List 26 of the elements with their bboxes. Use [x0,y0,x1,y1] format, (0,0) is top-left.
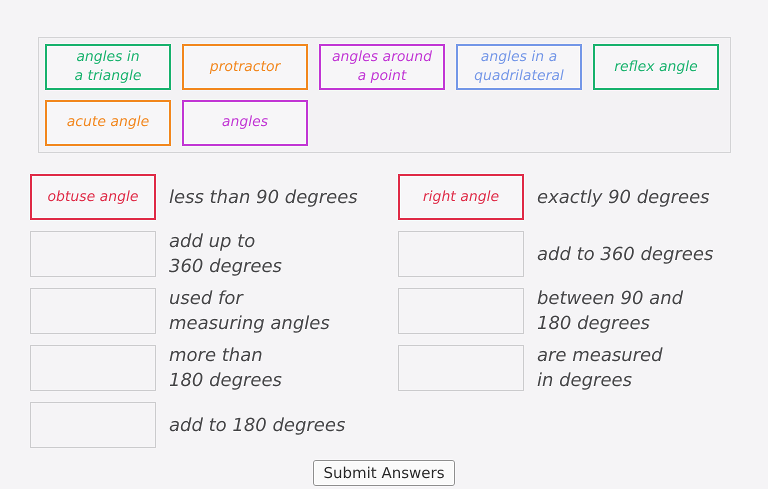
drop-slot[interactable] [30,402,156,448]
definition-text: used for measuring angles [169,287,330,336]
drop-slot[interactable] [30,345,156,391]
drop-slot[interactable] [30,231,156,277]
definition-text: more than 180 degrees [169,344,282,393]
definition-text: add to 180 degrees [169,414,346,438]
definition-text: add to 360 degrees [537,242,714,266]
drop-slot[interactable] [398,345,524,391]
drop-slot[interactable] [398,288,524,334]
definition-text: add up to 360 degrees [169,230,282,279]
answer-card[interactable]: angles around a point [319,44,445,90]
answer-card[interactable]: protractor [182,44,308,90]
answer-card[interactable]: reflex angle [593,44,719,90]
drop-slot[interactable] [398,231,524,277]
definition-text: between 90 and 180 degrees [537,287,684,336]
answer-card[interactable]: angles in a triangle [45,44,171,90]
drop-slot[interactable] [30,288,156,334]
answer-card[interactable]: right angle [398,174,524,220]
answer-card[interactable]: obtuse angle [30,174,156,220]
answer-card[interactable]: angles [182,100,308,146]
definition-text: are measured in degrees [537,344,663,393]
answer-card[interactable]: acute angle [45,100,171,146]
submit-button[interactable]: Submit Answers [313,460,455,486]
definition-text: less than 90 degrees [169,186,358,210]
answer-card[interactable]: angles in a quadrilateral [456,44,582,90]
definition-text: exactly 90 degrees [537,186,710,210]
